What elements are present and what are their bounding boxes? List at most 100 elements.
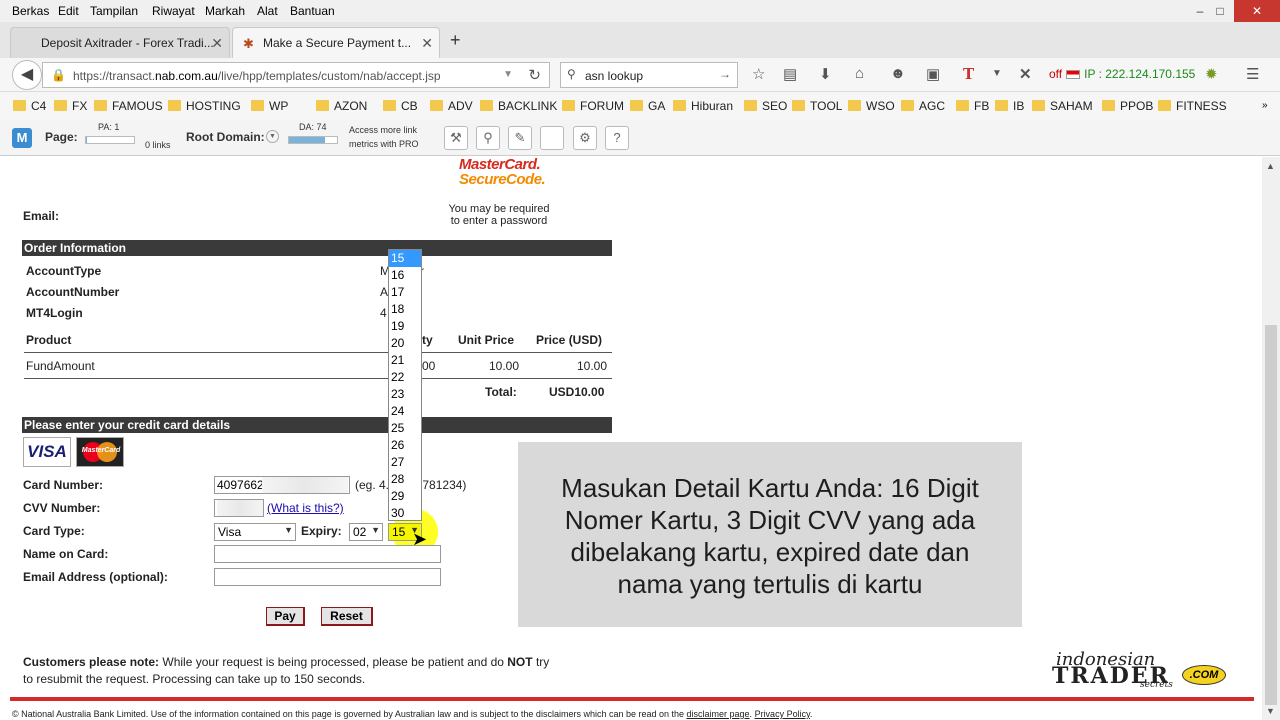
scroll-down-icon[interactable]: ▼ bbox=[1266, 706, 1275, 716]
name-on-card-input[interactable] bbox=[214, 545, 441, 563]
bookmark-folder[interactable]: IB bbox=[993, 99, 1024, 113]
menu-alat[interactable]: Alat bbox=[257, 4, 278, 18]
cvv-help-link[interactable]: (What is this?) bbox=[267, 501, 344, 515]
tab-secure-payment[interactable]: ✱ Make a Secure Payment t... ✕ bbox=[232, 27, 440, 58]
pay-button[interactable]: Pay bbox=[266, 607, 305, 626]
scroll-up-icon[interactable]: ▲ bbox=[1266, 161, 1275, 171]
bookmark-folder[interactable]: PPOB bbox=[1100, 99, 1153, 113]
year-option[interactable]: 20 bbox=[389, 335, 421, 352]
flag-icon bbox=[1066, 70, 1081, 80]
close-icon[interactable]: ✕ bbox=[421, 35, 433, 52]
addon-gear-icon[interactable]: ✹ bbox=[1205, 65, 1218, 83]
expiry-month-select[interactable]: 02 ▼ bbox=[349, 523, 383, 541]
bookmark-folder[interactable]: SEO bbox=[742, 99, 787, 113]
back-button[interactable]: ◀ bbox=[12, 60, 42, 90]
wrench-icon[interactable]: ⚒ bbox=[444, 126, 468, 150]
tab-deposit-axitrader[interactable]: Deposit Axitrader - Forex Tradi... ✕ bbox=[10, 27, 230, 58]
menu-tampilan[interactable]: Tampilan bbox=[90, 4, 138, 18]
root-domain-dropdown-icon[interactable]: ▼ bbox=[266, 130, 279, 143]
year-option[interactable]: 16 bbox=[389, 267, 421, 284]
bookmark-folder[interactable]: BACKLINK bbox=[478, 99, 557, 113]
bookmark-folder[interactable]: CB bbox=[381, 99, 418, 113]
bookmark-folder[interactable]: FITNESS bbox=[1156, 99, 1227, 113]
mastercard-logo: MasterCard bbox=[76, 437, 124, 467]
pencil-icon[interactable]: ✎ bbox=[508, 126, 532, 150]
bookmark-folder[interactable]: GA bbox=[628, 99, 665, 113]
menu-riwayat[interactable]: Riwayat bbox=[152, 4, 195, 18]
youtube-icon[interactable]: ▣ bbox=[926, 65, 940, 83]
highlight-icon[interactable] bbox=[540, 126, 564, 150]
menu-markah[interactable]: Markah bbox=[205, 4, 245, 18]
email-optional-label: Email Address (optional): bbox=[23, 570, 168, 584]
hamburger-menu-icon[interactable]: ☰ bbox=[1246, 65, 1259, 83]
menu-edit[interactable]: Edit bbox=[58, 4, 79, 18]
bookmark-folder[interactable]: WSO bbox=[846, 99, 895, 113]
vertical-scrollbar[interactable]: ▲ ▼ bbox=[1262, 157, 1280, 720]
disclaimer-link[interactable]: disclaimer page bbox=[687, 709, 750, 719]
search-input[interactable]: asn lookup bbox=[585, 69, 643, 83]
gear-icon[interactable]: ⚙ bbox=[573, 126, 597, 150]
year-option[interactable]: 21 bbox=[389, 352, 421, 369]
year-option[interactable]: 26 bbox=[389, 437, 421, 454]
year-option[interactable]: 28 bbox=[389, 471, 421, 488]
year-option[interactable]: 19 bbox=[389, 318, 421, 335]
year-option[interactable]: 24 bbox=[389, 403, 421, 420]
bookmark-folder[interactable]: Hiburan bbox=[671, 99, 733, 113]
search-go-icon[interactable]: → bbox=[719, 67, 731, 81]
reading-list-icon[interactable]: ▤ bbox=[783, 65, 797, 83]
expiry-year-dropdown[interactable]: 15 16 17 18 19 20 21 22 23 24 25 26 27 28 29 30 bbox=[388, 249, 422, 521]
year-option[interactable]: 25 bbox=[389, 420, 421, 437]
bookmark-folder[interactable]: HOSTING bbox=[166, 99, 241, 113]
card-type-select[interactable]: Visa ▼ bbox=[214, 523, 296, 541]
address-bar[interactable]: 🔒 https://transact.nab.com.au/live/hpp/t… bbox=[42, 62, 550, 88]
reset-button[interactable]: Reset bbox=[321, 607, 373, 626]
bookmark-folder[interactable]: FAMOUS bbox=[92, 99, 163, 113]
privacy-policy-link[interactable]: Privacy Policy bbox=[755, 709, 810, 719]
bookmark-folder[interactable]: WP bbox=[249, 99, 288, 113]
bookmark-folder[interactable]: SAHAM bbox=[1030, 99, 1093, 113]
mt4login-label: MT4Login bbox=[26, 306, 83, 320]
help-icon[interactable]: ? bbox=[605, 126, 629, 150]
bookmark-folder[interactable]: C4 bbox=[11, 99, 46, 113]
bookmark-folder[interactable]: TOOL bbox=[790, 99, 842, 113]
text-tool-icon[interactable]: T bbox=[963, 65, 974, 83]
mt4login-value: 4 bbox=[380, 306, 387, 320]
x-addon-icon[interactable]: ✕ bbox=[1019, 65, 1032, 83]
table-header-rule bbox=[24, 352, 612, 353]
nab-star-icon: ✱ bbox=[243, 36, 254, 51]
bookmark-folder[interactable]: FB bbox=[954, 99, 989, 113]
reload-icon[interactable]: ↻ bbox=[528, 66, 541, 84]
new-tab-button[interactable]: + bbox=[450, 30, 461, 51]
magnifier-icon[interactable]: ⚲ bbox=[476, 126, 500, 150]
year-option[interactable]: 15 bbox=[389, 250, 421, 267]
dropdown-icon[interactable]: ▼ bbox=[992, 68, 1002, 79]
more-bookmarks-icon[interactable]: » bbox=[1262, 100, 1268, 111]
chat-icon[interactable]: ☻ bbox=[890, 65, 906, 82]
home-icon[interactable]: ⌂ bbox=[855, 65, 864, 82]
year-option[interactable]: 18 bbox=[389, 301, 421, 318]
search-bar[interactable]: ⚲ asn lookup → bbox=[560, 62, 738, 88]
lock-icon: 🔒 bbox=[51, 68, 66, 82]
scrollbar-thumb[interactable] bbox=[1265, 325, 1277, 705]
year-option[interactable]: 30 bbox=[389, 505, 421, 522]
year-option[interactable]: 17 bbox=[389, 284, 421, 301]
download-icon[interactable]: ⬇ bbox=[819, 65, 832, 83]
year-option[interactable]: 23 bbox=[389, 386, 421, 403]
bookmark-folder[interactable]: FX bbox=[52, 99, 87, 113]
bookmark-folder[interactable]: ADV bbox=[428, 99, 473, 113]
email-input[interactable] bbox=[214, 568, 441, 586]
year-option[interactable]: 29 bbox=[389, 488, 421, 505]
moz-logo-icon[interactable]: M bbox=[12, 128, 32, 148]
navigation-bar: ◀ 🔒 https://transact.nab.com.au/live/hpp… bbox=[0, 58, 1280, 92]
close-icon[interactable]: ✕ bbox=[211, 35, 223, 52]
bookmark-folder[interactable]: AGC bbox=[899, 99, 945, 113]
url-dropdown-icon[interactable]: ▼ bbox=[503, 69, 513, 80]
bookmark-star-icon[interactable]: ☆ bbox=[752, 65, 765, 83]
menu-berkas[interactable]: Berkas bbox=[12, 4, 49, 18]
menu-bantuan[interactable]: Bantuan bbox=[290, 4, 335, 18]
bookmark-folder[interactable]: AZON bbox=[314, 99, 367, 113]
year-option[interactable]: 22 bbox=[389, 369, 421, 386]
bookmark-folder[interactable]: FORUM bbox=[560, 99, 624, 113]
year-option[interactable]: 27 bbox=[389, 454, 421, 471]
close-window-button[interactable]: ✕ bbox=[1234, 0, 1280, 22]
